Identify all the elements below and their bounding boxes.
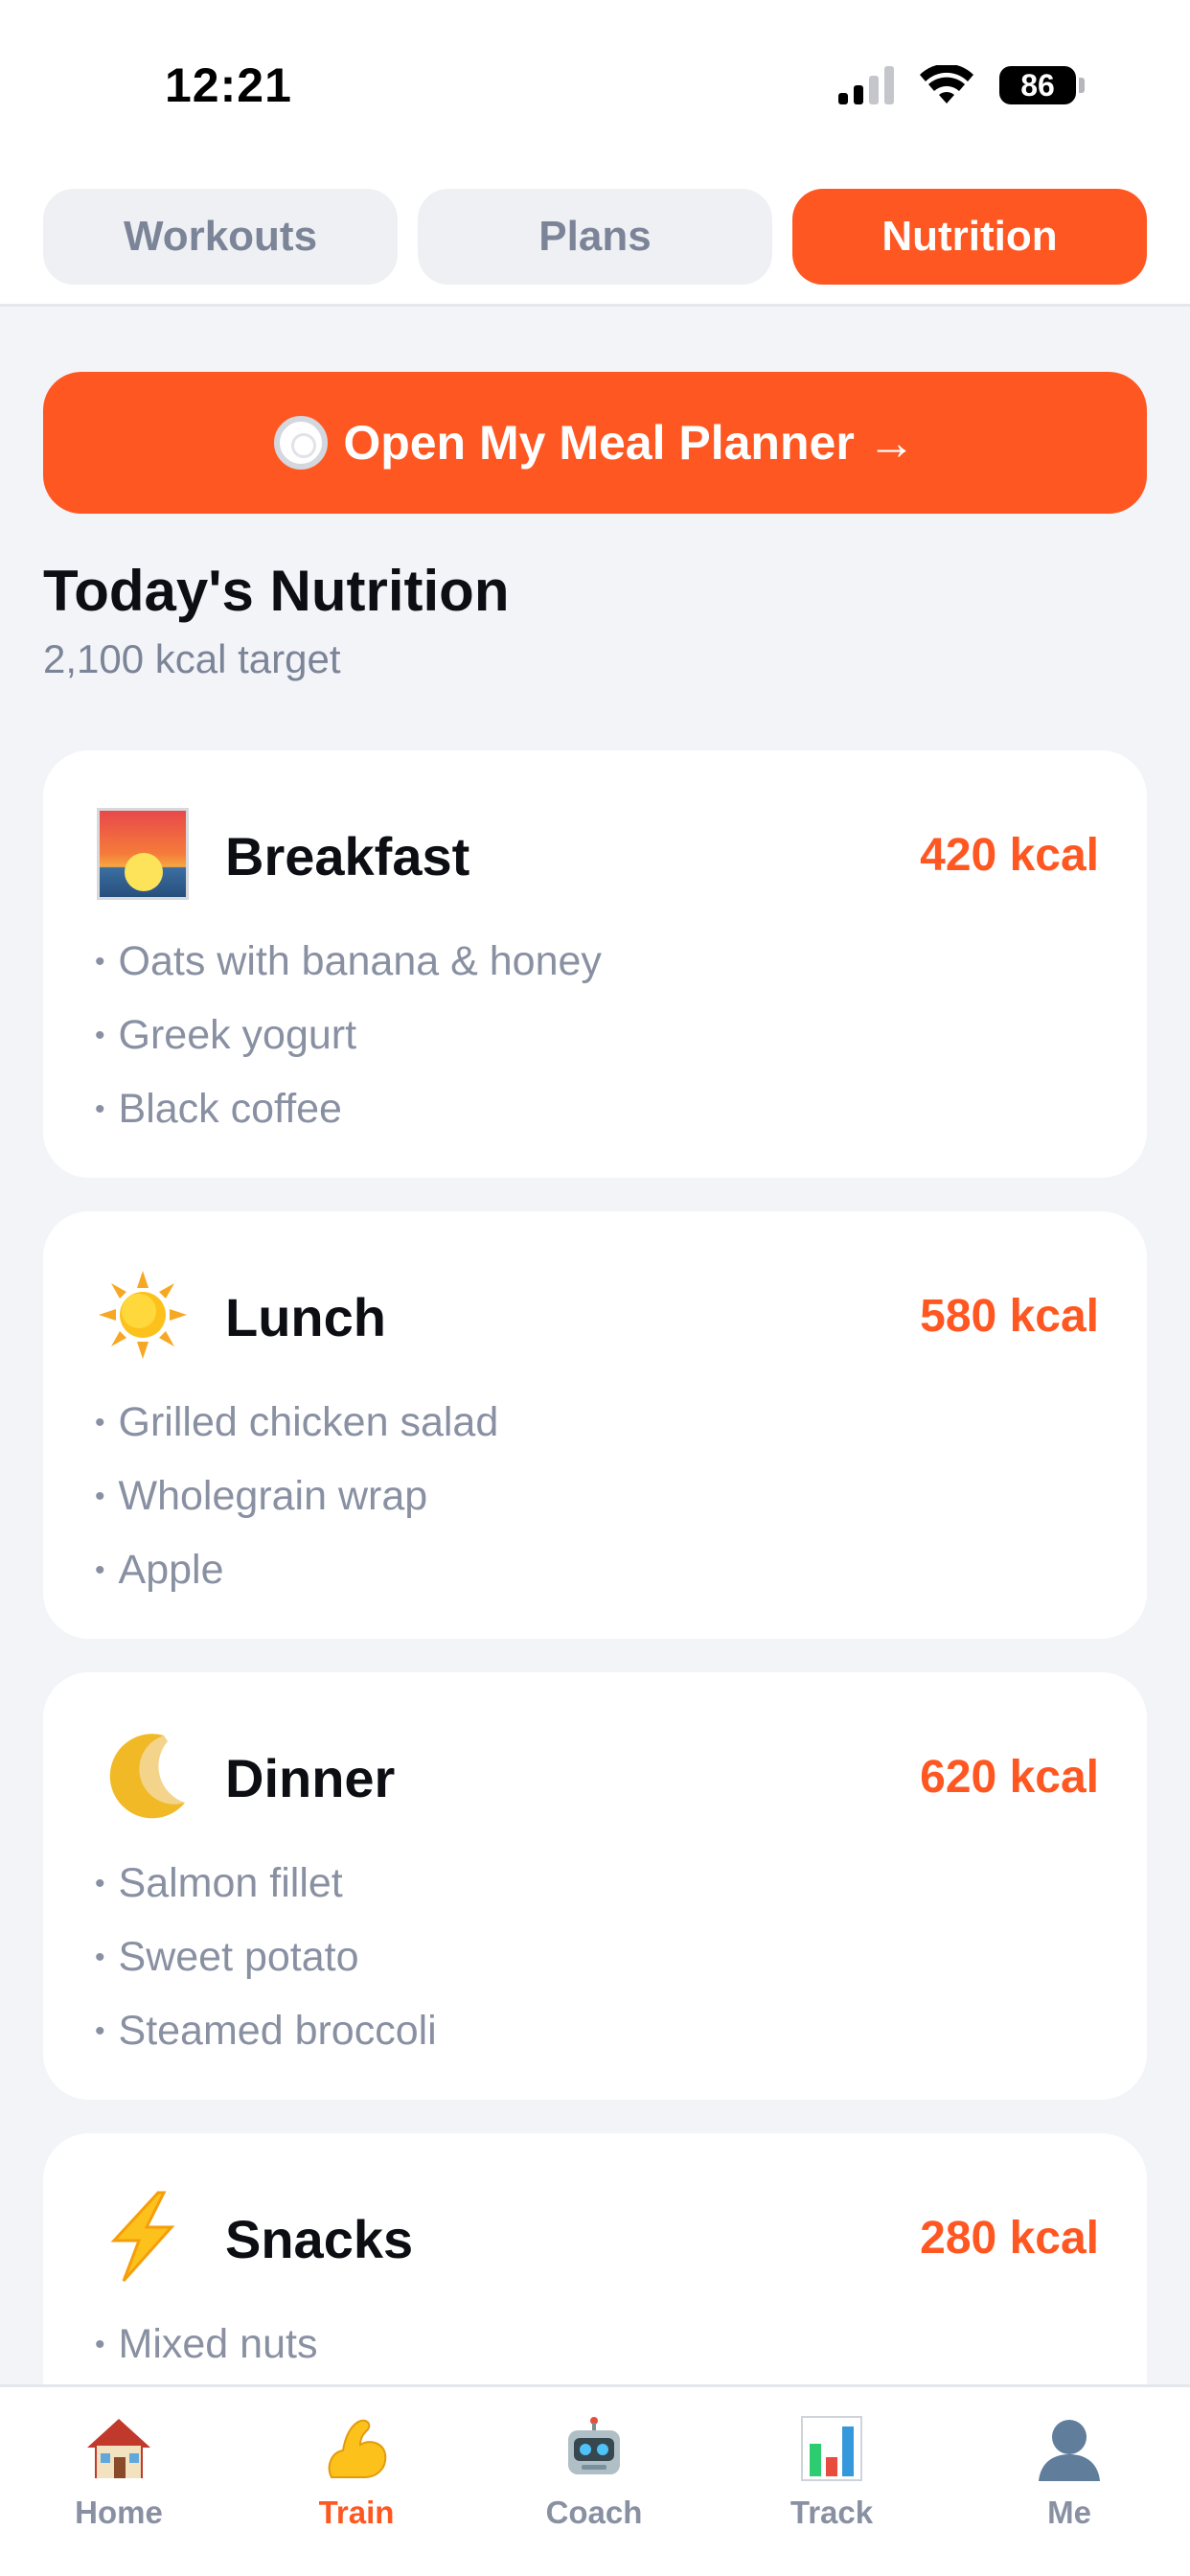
meal-card-breakfast[interactable]: Breakfast 420 kcal Oats with banana & ho… — [43, 750, 1147, 1178]
sun-icon — [97, 1269, 189, 1361]
nav-label: Coach — [545, 2495, 643, 2530]
meal-card-lunch[interactable]: Lunch 580 kcal Grilled chicken salad Who… — [43, 1211, 1147, 1639]
meal-items: Grilled chicken salad Wholegrain wrap Ap… — [95, 1393, 499, 1615]
battery-level: 86 — [999, 66, 1076, 104]
kcal-target: 2,100 kcal target — [43, 636, 341, 681]
nav-track[interactable]: Track — [713, 2410, 950, 2554]
list-item: Apple — [95, 1541, 498, 1615]
list-item: Grilled chicken salad — [95, 1393, 499, 1467]
list-item: Oats with banana & honey — [95, 932, 602, 1006]
nav-home[interactable]: Home — [0, 2410, 238, 2554]
person-icon — [1035, 2410, 1104, 2487]
nav-label: Track — [790, 2495, 874, 2530]
moon-icon — [97, 1730, 189, 1822]
list-item: Mixed nuts — [95, 2315, 318, 2389]
battery-icon: 86 — [999, 66, 1085, 104]
wifi-icon — [920, 65, 973, 104]
meal-name: Dinner — [225, 1748, 396, 1808]
meal-card-dinner[interactable]: Dinner 620 kcal Salmon fillet Sweet pota… — [43, 1672, 1147, 2100]
house-icon — [85, 2410, 152, 2487]
list-item: Black coffee — [95, 1080, 602, 1154]
list-item: Greek yogurt — [95, 1006, 602, 1080]
status-icons: 86 — [838, 61, 1085, 109]
nav-label: Home — [75, 2495, 163, 2530]
segment-tabs: Workouts Plans Nutrition — [0, 172, 1190, 307]
list-item: Sweet potato — [95, 1928, 437, 2002]
bar-chart-icon — [800, 2410, 863, 2487]
nav-me[interactable]: Me — [950, 2410, 1188, 2554]
status-bar: 12:21 86 — [0, 0, 1190, 172]
cellular-signal-icon — [838, 66, 894, 104]
sunrise-icon — [97, 808, 189, 900]
meal-kcal: 580 kcal — [920, 1291, 1099, 1342]
meal-items: Oats with banana & honey Greek yogurt Bl… — [95, 932, 602, 1154]
plate-icon — [274, 416, 329, 470]
list-item: Wholegrain wrap — [95, 1467, 498, 1541]
nav-label: Me — [1047, 2495, 1091, 2530]
tab-nutrition[interactable]: Nutrition — [792, 189, 1147, 285]
meal-name: Lunch — [225, 1287, 386, 1347]
page-title: Today's Nutrition — [43, 559, 510, 623]
meal-name: Snacks — [225, 2209, 414, 2269]
nav-train[interactable]: Train — [238, 2410, 475, 2554]
meal-items: Mixed nuts — [95, 2315, 318, 2389]
list-item: Salmon fillet — [95, 1854, 437, 1928]
lightning-icon — [97, 2191, 189, 2283]
nav-coach[interactable]: Coach — [475, 2410, 713, 2554]
meal-name: Breakfast — [225, 826, 470, 886]
meal-items: Salmon fillet Sweet potato Steamed brocc… — [95, 1854, 437, 2076]
flexed-biceps-icon — [322, 2410, 391, 2487]
open-meal-planner-label: Open My Meal Planner → — [343, 416, 916, 470]
meal-kcal: 620 kcal — [920, 1752, 1099, 1803]
nav-label: Train — [318, 2495, 395, 2530]
status-time: 12:21 — [165, 58, 292, 112]
bottom-nav: Home Train Coach Track Me — [0, 2384, 1190, 2576]
tab-plans[interactable]: Plans — [418, 189, 772, 285]
list-item: Steamed broccoli — [95, 2002, 437, 2076]
tab-workouts[interactable]: Workouts — [43, 189, 398, 285]
robot-icon — [561, 2410, 628, 2487]
meal-kcal: 420 kcal — [920, 830, 1099, 881]
meal-kcal: 280 kcal — [920, 2213, 1099, 2264]
open-meal-planner-button[interactable]: Open My Meal Planner → — [43, 372, 1147, 514]
